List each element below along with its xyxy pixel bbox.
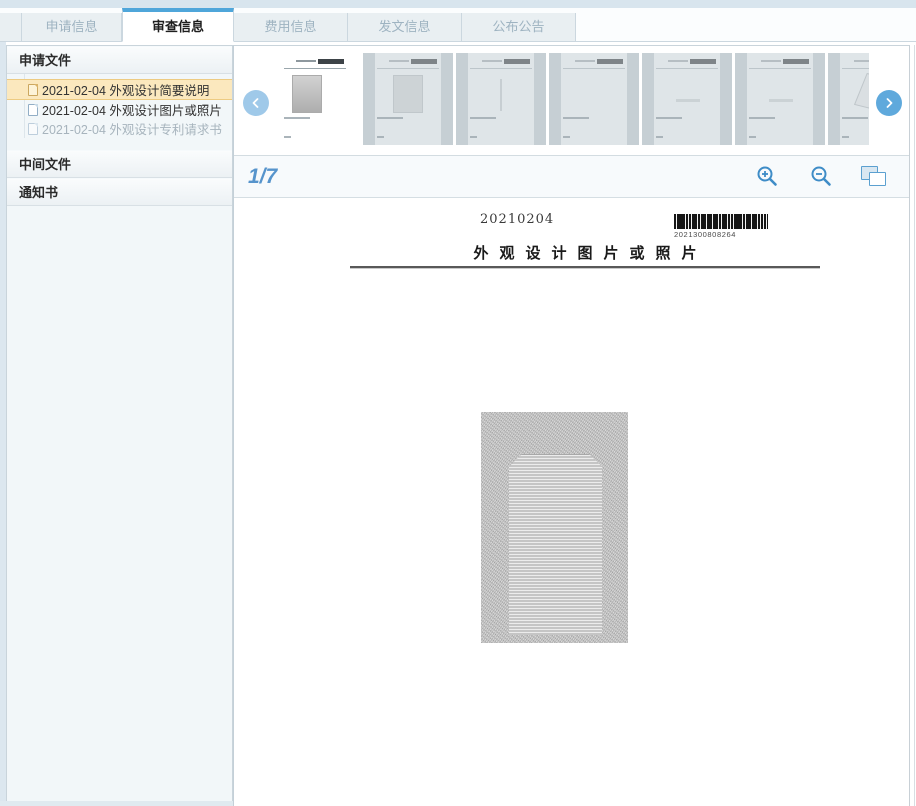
thumb-title-line (296, 60, 316, 62)
thumbnail-list (270, 53, 869, 145)
chevron-left-icon (250, 97, 262, 109)
thumb-page-number (656, 136, 663, 138)
page-thumbnail-1[interactable] (270, 53, 360, 145)
thumb-barcode (504, 59, 530, 64)
thumb-title-line (854, 60, 869, 62)
thumb-rule (284, 68, 346, 69)
bottom-gutter (0, 801, 233, 806)
thumb-rule (563, 68, 625, 69)
thumb-barcode (690, 59, 716, 64)
document-page-view: 20210204 2021300808264 外观设计图片或照片 (234, 198, 909, 805)
thumb-rule (842, 68, 869, 69)
tab-application-info[interactable]: 申请信息 (22, 13, 122, 41)
zoom-out-button[interactable] (809, 165, 833, 189)
file-item-design-pictures[interactable]: 2021-02-04 外观设计图片或照片 (7, 100, 232, 119)
thumb-title-line (389, 60, 409, 62)
thumb-rule (377, 68, 439, 69)
barcode-icon (674, 214, 768, 229)
prev-page-button[interactable] (243, 90, 269, 116)
document-viewer-panel: 1/7 (233, 45, 910, 806)
page-thumbnail-7[interactable] (828, 53, 869, 145)
right-gutter (914, 45, 915, 806)
pages-view-button[interactable] (861, 166, 887, 188)
tab-publication-announcement[interactable]: 公布公告 (462, 13, 576, 41)
file-item-label: 2021-02-04 外观设计专利请求书 (42, 119, 222, 138)
thumb-page-number (284, 136, 291, 138)
thumb-page-number (842, 136, 849, 138)
document-barcode: 2021300808264 (674, 214, 768, 239)
document-icon (28, 123, 38, 135)
thumb-title-line (761, 60, 781, 62)
thumb-footer-line (749, 117, 775, 119)
window-top-strip (0, 0, 916, 8)
viewer-toolbar: 1/7 (234, 156, 909, 198)
pages-icon (869, 172, 886, 186)
tab-issued-docs-info[interactable]: 发文信息 (348, 13, 462, 41)
design-image-inner-panel (509, 454, 602, 635)
title-divider (350, 266, 820, 268)
tab-bar-lead (0, 13, 22, 41)
thumbnail-strip (234, 46, 909, 156)
thumb-footer-line (284, 117, 310, 119)
page-thumbnail-4[interactable] (549, 53, 639, 145)
thumb-image (500, 79, 502, 111)
thumb-page-number (377, 136, 384, 138)
document-icon (28, 104, 38, 116)
document-icon (28, 84, 38, 96)
file-item-patent-request[interactable]: 2021-02-04 外观设计专利请求书 (7, 119, 232, 138)
document-tree-sidebar: 申请文件 2021-02-04 外观设计简要说明 2021-02-04 外观设计… (6, 45, 233, 801)
patent-review-window: 申请信息 审查信息 费用信息 发文信息 公布公告 申请文件 2021-02-04… (0, 0, 916, 806)
zoom-in-icon (755, 165, 779, 189)
thumb-rule (749, 68, 811, 69)
thumb-page-number (749, 136, 756, 138)
zoom-out-icon (809, 165, 833, 189)
page-thumbnail-6[interactable] (735, 53, 825, 145)
thumb-image (769, 99, 793, 102)
section-notifications[interactable]: 通知书 (7, 178, 232, 206)
thumb-title-line (575, 60, 595, 62)
thumb-image (393, 75, 423, 113)
zoom-in-button[interactable] (755, 165, 779, 189)
next-page-button[interactable] (876, 90, 902, 116)
page-indicator: 1/7 (248, 165, 277, 189)
thumb-footer-line (470, 117, 496, 119)
thumb-footer-line (656, 117, 682, 119)
thumb-rule (470, 68, 532, 69)
thumb-barcode (783, 59, 809, 64)
thumb-page-number (563, 136, 570, 138)
file-item-label: 2021-02-04 外观设计图片或照片 (42, 100, 222, 119)
thumb-barcode (411, 59, 437, 64)
document-title: 外观设计图片或照片 (350, 242, 820, 263)
file-item-label: 2021-02-04 外观设计简要说明 (42, 80, 209, 99)
thumb-rule (656, 68, 718, 69)
thumb-page-number (470, 136, 477, 138)
chevron-right-icon (883, 97, 895, 109)
thumb-barcode (597, 59, 623, 64)
thumb-footer-line (377, 117, 403, 119)
thumb-image (292, 75, 322, 113)
tab-review-info[interactable]: 审查信息 (122, 8, 234, 42)
application-file-list: 2021-02-04 外观设计简要说明 2021-02-04 外观设计图片或照片… (7, 74, 232, 144)
tab-fee-info[interactable]: 费用信息 (234, 13, 348, 41)
design-image-cabinet-door (481, 412, 628, 643)
thumb-barcode (318, 59, 344, 64)
section-application-files[interactable]: 申请文件 (7, 46, 232, 74)
document-date: 20210204 (480, 212, 554, 227)
thumb-image (676, 99, 700, 102)
section-intermediate-files[interactable]: 中间文件 (7, 150, 232, 178)
file-item-brief-description[interactable]: 2021-02-04 外观设计简要说明 (7, 79, 232, 100)
page-thumbnail-2[interactable] (363, 53, 453, 145)
thumb-title-line (482, 60, 502, 62)
thumb-title-line (668, 60, 688, 62)
thumb-footer-line (842, 117, 868, 119)
page-thumbnail-3[interactable] (456, 53, 546, 145)
thumb-image (854, 73, 869, 111)
thumb-footer-line (563, 117, 589, 119)
barcode-number: 2021300808264 (674, 230, 768, 239)
tab-bar: 申请信息 审查信息 费用信息 发文信息 公布公告 (0, 8, 916, 42)
page-thumbnail-5[interactable] (642, 53, 732, 145)
